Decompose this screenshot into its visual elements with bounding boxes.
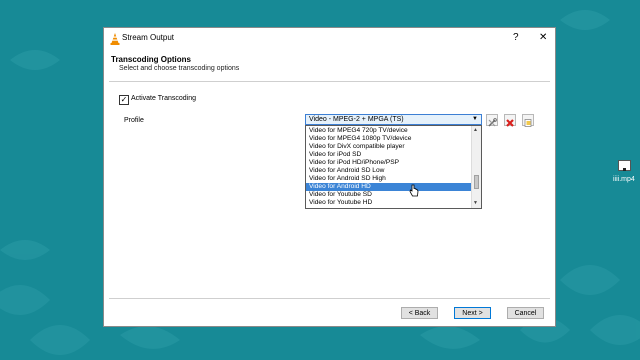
profile-dropdown-list[interactable]: Video for MPEG4 720p TV/device Video for… [305,125,482,209]
section-title: Transcoding Options [111,55,192,64]
title-bar[interactable]: Stream Output ? ✕ [104,28,555,50]
profile-selected-value: Video - MPEG-2 + MPGA (TS) [309,116,404,123]
chevron-down-icon[interactable]: ▼ [472,116,478,122]
section-subtitle: Select and choose transcoding options [119,65,240,72]
activate-transcoding-checkbox[interactable]: ✓ [119,95,129,105]
profile-option[interactable]: Video for Youtube HD [306,199,472,207]
vlc-cone-icon [110,33,120,45]
profile-option[interactable]: Video for iPod SD [306,151,472,159]
back-button[interactable]: < Back [401,307,438,319]
dropdown-scrollbar[interactable]: ▲ ▼ [471,126,481,208]
activate-transcoding-label[interactable]: Activate Transcoding [131,95,196,102]
profile-option[interactable]: Video for DivX compatible player [306,143,472,151]
desktop-file-label[interactable]: iiii.mp4 [613,176,635,183]
profile-option[interactable]: Video for Android SD Low [306,167,472,175]
delete-icon [506,119,514,127]
profile-option[interactable]: Video for MPEG4 720p TV/device [306,127,472,135]
profile-option[interactable]: Video for iPod HD/iPhone/PSP [306,159,472,167]
cancel-button[interactable]: Cancel [507,307,544,319]
help-button[interactable]: ? [513,32,519,44]
profile-option-highlighted[interactable]: Video for Android HD [306,183,472,191]
footer-divider [109,298,550,299]
stream-output-dialog: Stream Output ? ✕ Transcoding Options Se… [103,27,556,327]
profile-select[interactable]: Video - MPEG-2 + MPGA (TS) ▼ [305,114,482,125]
header-divider [109,81,550,82]
new-profile-button[interactable] [522,114,534,127]
profile-option[interactable]: Video for Youtube SD [306,191,472,199]
profile-label: Profile [124,117,144,124]
next-button[interactable]: Next > [454,307,491,319]
close-button[interactable]: ✕ [539,32,547,44]
hand-cursor-icon [409,184,419,197]
scrollbar-thumb[interactable] [474,175,479,189]
edit-profile-button[interactable] [486,114,498,127]
delete-profile-button[interactable] [504,114,516,127]
scroll-down-icon[interactable]: ▼ [473,200,478,206]
window-title: Stream Output [122,33,175,42]
profile-option[interactable]: Video for Android SD High [306,175,472,183]
wrench-icon [488,118,497,127]
profile-option[interactable]: Video for MPEG4 1080p TV/device [306,135,472,143]
scroll-up-icon[interactable]: ▲ [473,127,478,133]
new-profile-icon [524,119,532,127]
video-file-icon [618,160,631,171]
